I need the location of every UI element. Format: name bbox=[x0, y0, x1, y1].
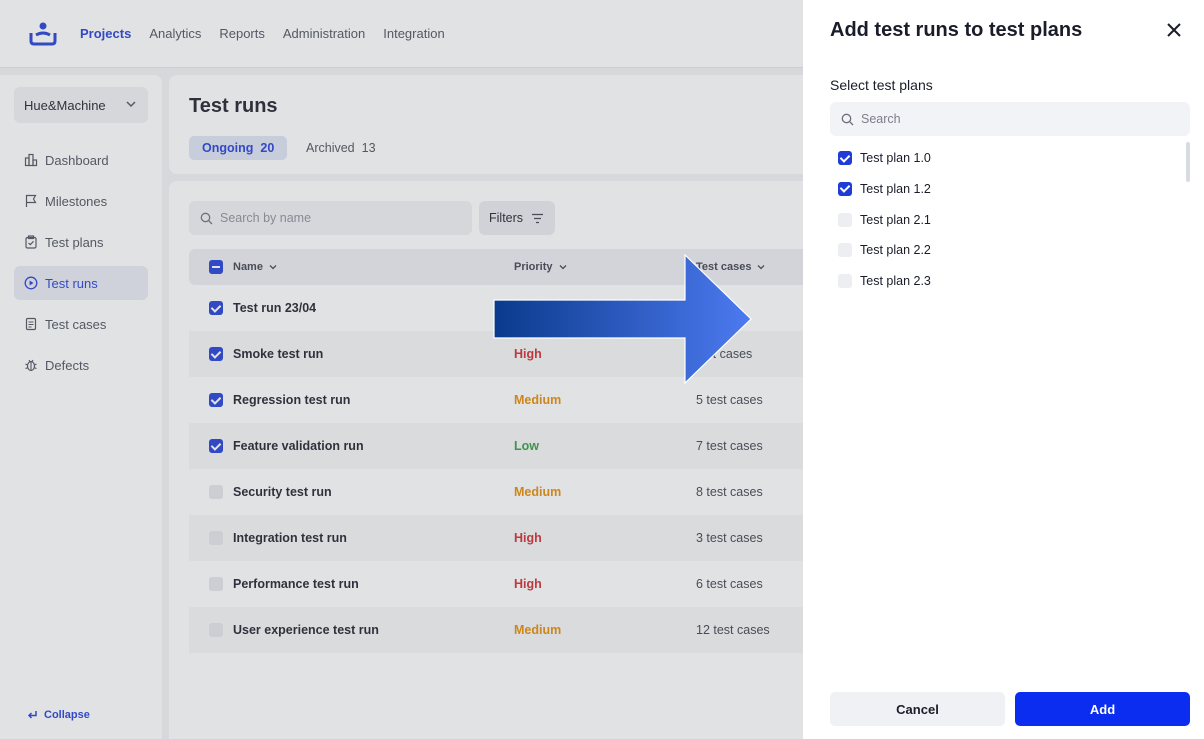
right-arrow-icon bbox=[493, 254, 752, 384]
test-plan-item[interactable]: Test plan 1.0 bbox=[830, 143, 1170, 173]
scrollbar[interactable] bbox=[1186, 142, 1190, 182]
plan-label: Test plan 2.1 bbox=[860, 212, 931, 227]
cancel-button[interactable]: Cancel bbox=[830, 692, 1005, 726]
search-icon bbox=[841, 113, 854, 125]
plan-label: Test plan 1.2 bbox=[860, 181, 931, 196]
test-plan-item[interactable]: Test plan 2.3 bbox=[830, 266, 1170, 296]
plan-checkbox[interactable] bbox=[838, 151, 852, 165]
section-label: Select test plans bbox=[830, 77, 933, 93]
test-plan-item[interactable]: Test plan 1.2 bbox=[830, 174, 1170, 204]
close-icon[interactable] bbox=[1164, 20, 1184, 40]
plan-label: Test plan 2.2 bbox=[860, 243, 931, 258]
test-plan-list: Test plan 1.0 Test plan 1.2 Test plan 2.1 T… bbox=[830, 143, 1190, 297]
plan-label: Test plan 1.0 bbox=[860, 151, 931, 165]
drawer-title: Add test runs to test plans bbox=[830, 19, 1083, 41]
test-plan-item[interactable]: Test plan 2.1 bbox=[830, 205, 1170, 235]
plan-checkbox[interactable] bbox=[838, 181, 852, 196]
plan-checkbox[interactable] bbox=[838, 274, 852, 289]
test-plan-item[interactable]: Test plan 2.2 bbox=[830, 235, 1170, 265]
test-plan-search-input[interactable]: Search bbox=[830, 102, 1190, 136]
search-placeholder: Search bbox=[861, 112, 901, 126]
plan-checkbox[interactable] bbox=[838, 243, 852, 258]
plan-label: Test plan 2.3 bbox=[860, 274, 931, 289]
add-button[interactable]: Add bbox=[1015, 692, 1190, 726]
add-to-test-plans-drawer: Add test runs to test plans Select test … bbox=[803, 0, 1204, 739]
plan-checkbox[interactable] bbox=[838, 212, 852, 227]
